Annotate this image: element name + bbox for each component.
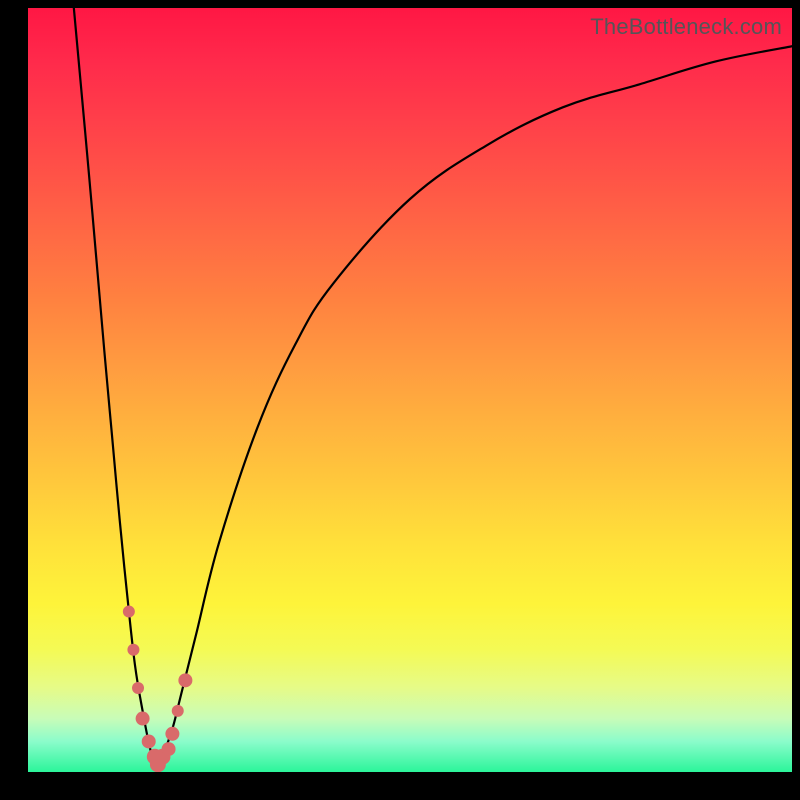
curve-left-branch (74, 8, 158, 772)
marker-point (123, 606, 135, 618)
curve-right-branch (158, 46, 792, 772)
marker-point (162, 742, 176, 756)
marker-point (132, 682, 144, 694)
marker-point (136, 712, 150, 726)
curve-right-branch (158, 46, 792, 772)
marker-point (127, 644, 139, 656)
marker-point (178, 673, 192, 687)
marker-point (172, 705, 184, 717)
curve-layer (28, 8, 792, 772)
curve-left-branch (74, 8, 158, 772)
chart-container: TheBottleneck.com (0, 0, 800, 800)
marker-point (142, 734, 156, 748)
marker-point (165, 727, 179, 741)
plot-area: TheBottleneck.com (28, 8, 792, 772)
